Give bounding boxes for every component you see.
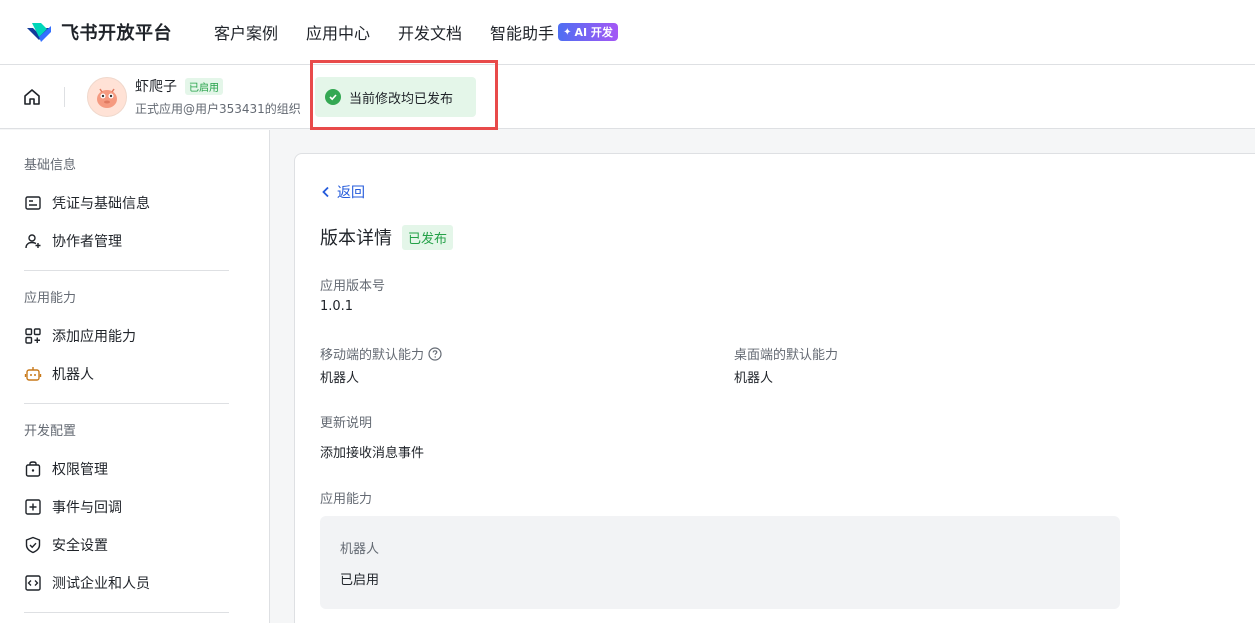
mobile-capability-label: 移动端的默认能力 <box>320 344 442 363</box>
sparkle-icon: ✦ <box>563 26 572 38</box>
version-value: 1.0.1 <box>320 299 354 314</box>
title-row: 版本详情 已发布 <box>320 224 454 250</box>
capabilities-label: 应用能力 <box>320 488 372 507</box>
credential-icon <box>24 194 42 212</box>
mobile-capability-value: 机器人 <box>320 371 360 386</box>
app-info: 虾爬子 已启用 正式应用@用户353431的组织 <box>135 76 301 117</box>
capability-status: 已启用 <box>340 573 380 588</box>
desktop-capability-label: 桌面端的默认能力 <box>734 344 838 363</box>
status-badge: 已发布 <box>402 224 454 250</box>
desktop-capability-value: 机器人 <box>734 371 774 386</box>
app-org: 正式应用@用户353431的组织 <box>135 102 301 116</box>
desktop-capability-label-text: 桌面端的默认能力 <box>734 348 839 363</box>
sidebar-item-test-orgs[interactable]: 测试企业和人员 <box>0 564 269 602</box>
sidebar-divider <box>24 612 229 613</box>
sidebar-item-collaborators[interactable]: 协作者管理 <box>0 222 269 260</box>
nav-link-app-center[interactable]: 应用中心 <box>306 20 370 44</box>
back-link[interactable]: 返回 <box>321 182 365 202</box>
sidebar-item-label: 机器人 <box>52 367 94 383</box>
sidebar-item-credentials[interactable]: 凭证与基础信息 <box>0 184 269 222</box>
top-nav: 飞书开放平台 客户案例 应用中心 开发文档 智能助手 ✦ AI 开发 <box>0 0 1255 65</box>
sidebar: 基础信息 凭证与基础信息 协作者管理 应用能力 添加应用能力 机器人 开发配置 … <box>0 130 270 623</box>
mobile-capability-label-text: 移动端的默认能力 <box>320 348 425 363</box>
app-name: 虾爬子 <box>135 79 177 95</box>
nav-link-docs[interactable]: 开发文档 <box>398 20 462 44</box>
section-title-basic: 基础信息 <box>24 158 77 173</box>
sidebar-item-label: 测试企业和人员 <box>52 576 150 592</box>
help-icon[interactable] <box>428 346 442 361</box>
sidebar-item-label: 事件与回调 <box>52 500 122 516</box>
event-icon <box>24 498 42 516</box>
sidebar-item-robot[interactable]: 机器人 <box>0 355 269 393</box>
robot-icon <box>24 365 42 383</box>
version-detail-card: 返回 版本详情 已发布 应用版本号 1.0.1 移动端的默认能力 机器人 桌面端… <box>294 153 1255 623</box>
release-notes-label-text: 更新说明 <box>320 416 373 431</box>
logo[interactable]: 飞书开放平台 <box>25 19 172 45</box>
highlight-box <box>310 60 498 130</box>
sidebar-item-permissions[interactable]: 权限管理 <box>0 450 269 488</box>
app-bar: 虾爬子 已启用 正式应用@用户353431的组织 <box>0 65 1255 129</box>
capability-box: 机器人 已启用 <box>320 516 1120 609</box>
app-status-badge: 已启用 <box>185 77 223 95</box>
capability-name: 机器人 <box>340 542 380 557</box>
sidebar-item-add-capability[interactable]: 添加应用能力 <box>0 317 269 355</box>
sidebar-item-security[interactable]: 安全设置 <box>0 526 269 564</box>
feishu-logo-icon <box>27 23 51 42</box>
section-title-dev-config: 开发配置 <box>24 424 77 439</box>
nav-link-assistant[interactable]: 智能助手 <box>490 20 554 44</box>
page-title: 版本详情 <box>320 228 392 249</box>
app-avatar[interactable] <box>87 76 127 117</box>
code-icon <box>24 574 42 592</box>
nav-links: 客户案例 应用中心 开发文档 智能助手 ✦ AI 开发 <box>214 20 618 44</box>
nav-link-cases[interactable]: 客户案例 <box>214 20 278 44</box>
sidebar-item-label: 凭证与基础信息 <box>52 196 150 212</box>
release-notes-label: 更新说明 <box>320 412 372 431</box>
version-label-text: 应用版本号 <box>320 279 386 294</box>
shrimp-avatar-icon <box>97 88 117 108</box>
ai-badge[interactable]: ✦ AI 开发 <box>558 23 618 41</box>
section-title-capabilities: 应用能力 <box>24 291 77 306</box>
sidebar-item-label: 协作者管理 <box>52 234 122 250</box>
divider <box>64 86 65 107</box>
sidebar-item-events[interactable]: 事件与回调 <box>0 488 269 526</box>
release-notes-value: 添加接收消息事件 <box>320 446 425 461</box>
grid-add-icon <box>24 327 42 345</box>
add-user-icon <box>24 232 42 250</box>
shield-icon <box>24 536 42 554</box>
logo-text: 飞书开放平台 <box>61 23 172 44</box>
sidebar-item-label: 添加应用能力 <box>52 329 136 345</box>
version-label: 应用版本号 <box>320 275 385 294</box>
lock-icon <box>24 460 42 478</box>
capabilities-label-text: 应用能力 <box>320 492 373 507</box>
app-name-row: 虾爬子 已启用 <box>135 76 301 96</box>
home-icon[interactable] <box>22 87 42 107</box>
sidebar-item-label: 权限管理 <box>52 462 108 478</box>
back-label: 返回 <box>337 185 365 201</box>
chevron-left-icon <box>322 186 329 198</box>
sidebar-item-label: 安全设置 <box>52 538 108 554</box>
ai-badge-label: AI 开发 <box>574 26 613 39</box>
